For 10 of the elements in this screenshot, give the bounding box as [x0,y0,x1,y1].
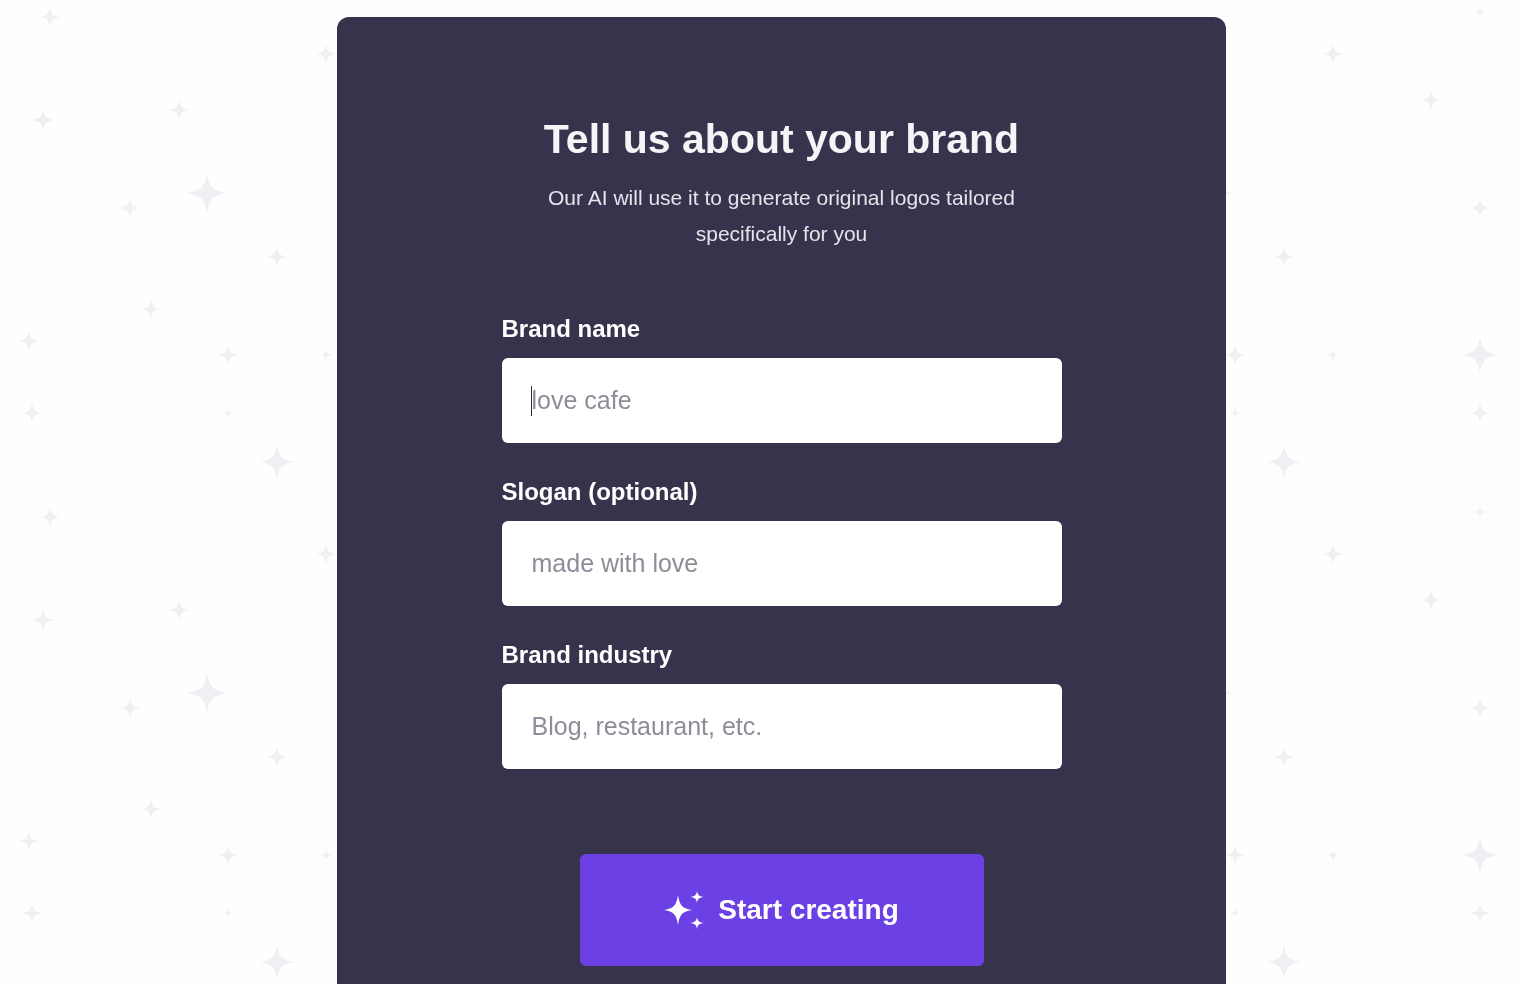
text-input-field[interactable]: Blog, restaurant, etc. [501,684,1062,769]
submit-button[interactable]: Start creating [579,854,984,966]
page-heading: Tell us about your brand [543,115,1020,163]
sparkles-icon [664,891,705,929]
text-input-field[interactable]: love cafe [501,358,1062,443]
text-input-field[interactable]: made with love [501,521,1062,606]
field-label: Slogan (optional) [501,479,698,505]
field-label: Brand name [501,316,641,342]
page-subheading: Our AI will use it to generate original logos tailored specifically for you [547,185,1016,247]
field-label: Brand industry [501,642,673,668]
